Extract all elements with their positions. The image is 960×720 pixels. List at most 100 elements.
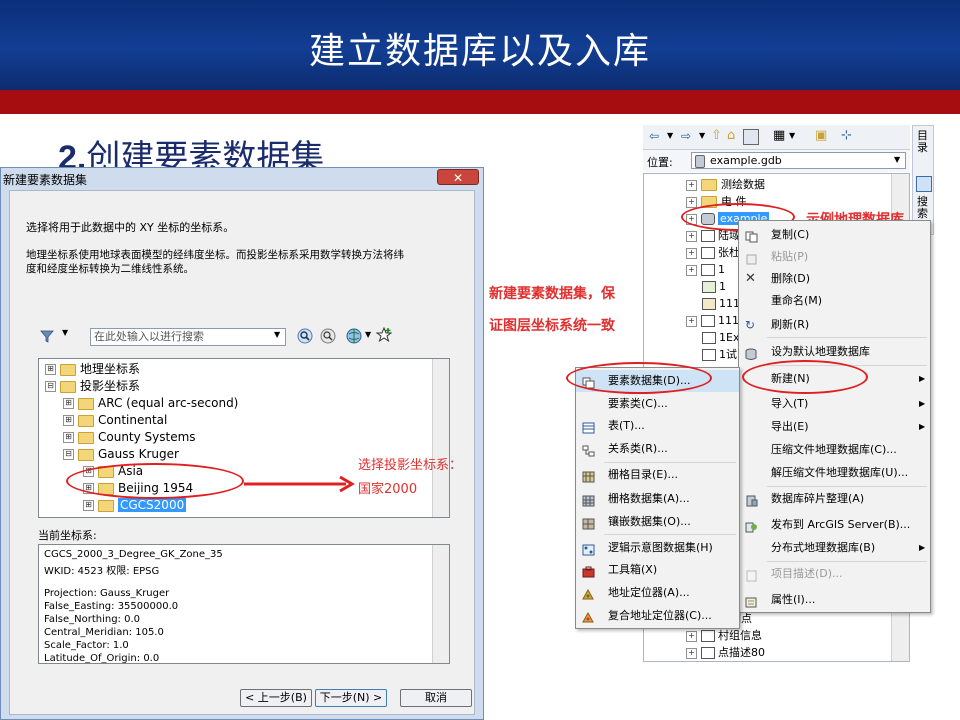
forward-dropdown-icon[interactable]: ▼: [699, 131, 705, 140]
globe-icon[interactable]: [346, 328, 362, 344]
menu-item-composite-locator[interactable]: 复合地址定位器(C)...: [576, 605, 739, 627]
menu-item-schematic-dataset[interactable]: 逻辑示意图数据集(H): [576, 537, 739, 559]
menu-item-table[interactable]: 表(T)...: [576, 415, 739, 437]
database-icon: [695, 155, 705, 168]
collapse-icon[interactable]: ⊟: [45, 381, 56, 392]
menu-item-mosaic-dataset[interactable]: 镶嵌数据集(O)...: [576, 511, 739, 533]
catalog-item[interactable]: +111: [686, 313, 739, 329]
clear-search-icon[interactable]: [320, 328, 336, 344]
back-button[interactable]: < 上一步(B): [240, 689, 312, 707]
search-dropdown-icon[interactable]: ▼: [274, 330, 280, 339]
current-coordinate-details[interactable]: CGCS_2000_3_Degree_GK_Zone_35 WKID: 4523…: [38, 544, 450, 664]
dataset-icon: [701, 630, 715, 642]
home-icon[interactable]: ⌂: [727, 128, 735, 143]
tree-node-continental[interactable]: ⊞ Continental: [63, 412, 167, 429]
filter-dropdown-icon[interactable]: ▼: [62, 328, 68, 337]
mosaic-icon: [582, 516, 595, 530]
expand-icon[interactable]: ⊞: [63, 398, 74, 409]
catalog-item[interactable]: 111: [702, 296, 740, 312]
new-folder-icon[interactable]: ▣: [815, 128, 827, 143]
catalog-item[interactable]: 1: [702, 279, 726, 295]
side-tab-strip: 目录 搜索: [912, 125, 934, 235]
menu-item-description[interactable]: 项目描述(D)...: [739, 563, 930, 585]
catalog-item[interactable]: +1: [686, 262, 725, 278]
location-field[interactable]: example.gdb ▼: [691, 152, 906, 169]
up-folder-icon[interactable]: ⇧: [711, 128, 722, 143]
tree-node-arc[interactable]: ⊞ ARC (equal arc-second): [63, 395, 238, 412]
cancel-button[interactable]: 取消: [400, 689, 472, 707]
next-button[interactable]: 下一步(N) >: [315, 689, 387, 707]
menu-item-raster-catalog[interactable]: 栅格目录(E)...: [576, 464, 739, 486]
tree-node-projected[interactable]: ⊟ 投影坐标系: [45, 378, 140, 395]
menu-item-set-default[interactable]: 设为默认地理数据库: [739, 341, 930, 363]
close-button[interactable]: ✕: [437, 169, 479, 185]
back-dropdown-icon[interactable]: ▼: [667, 131, 673, 140]
tree-node-county[interactable]: ⊞ County Systems: [63, 429, 196, 446]
folder-icon: [78, 397, 94, 410]
expand-icon[interactable]: ⊞: [63, 415, 74, 426]
tree-options-icon[interactable]: ⊹: [841, 128, 852, 143]
forward-arrow-icon[interactable]: ⇨: [681, 129, 691, 143]
menu-item-feature-class[interactable]: 要素类(C)...: [576, 393, 739, 415]
catalog-item[interactable]: + 村组信息: [686, 628, 762, 644]
location-dropdown-icon[interactable]: ▼: [894, 155, 900, 164]
tree-node-geographic[interactable]: ⊞ 地理坐标系: [45, 361, 140, 378]
expand-icon[interactable]: +: [686, 315, 697, 327]
menu-item-properties[interactable]: 属性(I)...: [739, 589, 930, 611]
dataset-icon: [701, 315, 715, 327]
new-feature-dataset-dialog: 新建要素数据集 ✕ 选择将用于此数据中的 XY 坐标的坐标系。 地理坐标系使用地…: [0, 167, 484, 720]
menu-item-rename[interactable]: 重命名(M): [739, 290, 930, 312]
expand-icon[interactable]: ⊞: [45, 364, 56, 375]
details-scrollbar[interactable]: [432, 545, 449, 663]
submenu-arrow-icon: ▶: [919, 543, 926, 552]
tree-node-gauss-kruger[interactable]: ⊟ Gauss Kruger: [63, 446, 179, 463]
collapse-icon[interactable]: ⊟: [63, 449, 74, 460]
catalog-item[interactable]: + 点描述80: [686, 645, 765, 661]
menu-item-toolbox[interactable]: 工具箱(X): [576, 559, 739, 581]
menu-item-import[interactable]: 导入(T) ▶: [739, 393, 930, 415]
expand-icon[interactable]: +: [686, 230, 697, 242]
tree-node-cgcs2000[interactable]: ⊞ CGCS2000: [83, 497, 187, 514]
menu-item-publish[interactable]: 发布到 ArcGIS Server(B)...: [739, 514, 930, 536]
menu-item-refresh[interactable]: ↻ 刷新(R): [739, 314, 930, 336]
filter-icon[interactable]: [40, 328, 54, 343]
detail-line: Central_Meridian: 105.0: [44, 627, 164, 638]
back-arrow-icon[interactable]: ⇦: [649, 129, 659, 143]
expand-icon[interactable]: ⊞: [83, 500, 94, 511]
menu-item-uncompress[interactable]: 解压缩文件地理数据库(U)...: [739, 462, 930, 484]
folder-open-icon: [60, 380, 76, 393]
search-icon[interactable]: [297, 328, 313, 344]
view-grid-icon[interactable]: ▦: [773, 128, 785, 143]
expand-icon[interactable]: +: [686, 196, 697, 208]
expand-icon[interactable]: +: [686, 630, 697, 642]
catalog-item[interactable]: + 张杜: [686, 245, 740, 261]
expand-icon[interactable]: +: [686, 247, 697, 259]
expand-icon[interactable]: +: [686, 647, 697, 659]
tree-scrollbar[interactable]: [432, 359, 449, 517]
search-tab-icon[interactable]: [916, 176, 932, 192]
catalog-item[interactable]: + 测绘数据: [686, 177, 765, 193]
menu-item-defrag[interactable]: 数据库碎片整理(A): [739, 488, 930, 510]
add-favorite-icon[interactable]: [375, 326, 393, 343]
expand-icon[interactable]: ⊞: [63, 432, 74, 443]
menu-item-distributed[interactable]: 分布式地理数据库(B) ▶: [739, 537, 930, 559]
menu-item-compress[interactable]: 压缩文件地理数据库(C)...: [739, 439, 930, 461]
search-input[interactable]: 在此处输入以进行搜索: [90, 328, 286, 346]
globe-dropdown-icon[interactable]: ▼: [365, 330, 371, 339]
connect-folder-icon[interactable]: [743, 129, 759, 145]
menu-item-paste[interactable]: 粘贴(P): [739, 246, 930, 268]
menu-item-address-locator[interactable]: 地址定位器(A)...: [576, 582, 739, 604]
expand-icon[interactable]: +: [686, 179, 697, 191]
menu-item-export[interactable]: 导出(E) ▶: [739, 416, 930, 438]
view-dropdown-icon[interactable]: ▼: [789, 131, 795, 140]
menu-item-relationship-class[interactable]: 关系类(R)...: [576, 438, 739, 460]
composite-locator-icon: [582, 610, 595, 623]
menu-item-copy[interactable]: 复制(C): [739, 224, 930, 246]
catalog-item[interactable]: 1试: [702, 347, 737, 363]
menu-item-raster-dataset[interactable]: 栅格数据集(A)...: [576, 488, 739, 510]
catalog-tab[interactable]: 目录: [917, 130, 929, 154]
expand-icon[interactable]: +: [686, 264, 697, 276]
menu-item-delete[interactable]: ✕ 删除(D): [739, 268, 930, 290]
search-tab[interactable]: 搜索: [917, 196, 929, 220]
menu-separator: [767, 337, 927, 338]
